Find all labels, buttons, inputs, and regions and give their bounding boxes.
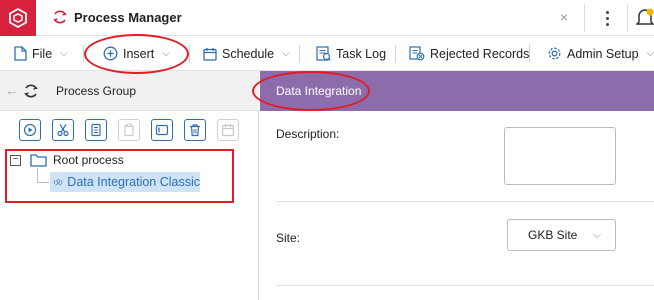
chevron-down-icon: ⌵ <box>60 48 68 59</box>
site-select-value: GKB Site <box>528 228 578 242</box>
divider <box>276 285 654 286</box>
divider <box>395 45 396 63</box>
chevron-down-icon: ⌵ <box>593 229 601 241</box>
panel-title: Process Group <box>56 84 137 98</box>
annotation-insert-highlight <box>84 34 189 74</box>
schedule-button[interactable] <box>217 119 239 141</box>
app-title: Process Manager <box>74 10 182 25</box>
divider <box>627 4 628 32</box>
paste-button[interactable] <box>118 119 140 141</box>
divider <box>584 4 585 32</box>
run-icon <box>23 123 37 137</box>
process-group-icon <box>24 84 38 98</box>
cut-icon <box>57 124 69 137</box>
menu-task-log-label: Task Log <box>336 46 387 61</box>
delete-button[interactable] <box>184 119 206 141</box>
back-arrow-icon[interactable]: ← <box>5 82 19 98</box>
menu-file[interactable]: File ⌵ <box>14 36 68 71</box>
paste-icon <box>124 123 134 137</box>
menu-rejected-records-label: Rejected Records <box>430 46 530 61</box>
chevron-down-icon: ⌵ <box>646 48 654 59</box>
chevron-down-icon: ⌵ <box>282 48 290 59</box>
site-select[interactable]: GKB Site ⌵ <box>507 219 616 251</box>
copy-icon <box>91 123 101 137</box>
more-vertical-icon[interactable] <box>597 6 617 30</box>
app-logo-icon[interactable] <box>0 0 36 36</box>
close-icon[interactable]: × <box>560 9 568 25</box>
divider <box>299 45 300 63</box>
menu-schedule-label: Schedule <box>222 46 275 61</box>
menu-rejected-records[interactable]: Rejected Records <box>409 36 529 71</box>
menu-schedule[interactable]: Schedule ⌵ <box>203 36 290 71</box>
divider <box>276 201 654 202</box>
menu-admin-setup[interactable]: Admin Setup ⌵ <box>547 36 654 71</box>
description-label: Description: <box>276 127 340 141</box>
title-bar: Process Manager × <box>0 0 654 36</box>
annotation-tree-highlight <box>5 149 234 203</box>
copy-button[interactable] <box>85 119 107 141</box>
process-group-header: ← Process Group <box>0 71 259 111</box>
rename-button[interactable] <box>151 119 173 141</box>
divider <box>189 45 190 63</box>
description-field[interactable] <box>504 127 616 185</box>
site-label: Site: <box>276 231 301 245</box>
calendar-icon <box>203 47 217 61</box>
annotation-data-integration-highlight <box>252 71 370 111</box>
bell-icon[interactable] <box>636 8 654 28</box>
delete-icon <box>190 124 200 137</box>
rejected-records-icon <box>409 46 425 61</box>
cut-button[interactable] <box>52 119 74 141</box>
task-log-icon <box>316 46 331 61</box>
divider <box>529 45 530 63</box>
file-icon <box>14 46 27 61</box>
menu-task-log[interactable]: Task Log <box>316 36 386 71</box>
menu-admin-setup-label: Admin Setup <box>567 46 639 61</box>
run-button[interactable] <box>19 119 41 141</box>
process-manager-icon <box>53 10 67 24</box>
schedule-icon <box>221 124 235 137</box>
menu-file-label: File <box>32 46 53 61</box>
gear-icon <box>548 47 561 60</box>
rename-icon <box>155 124 169 136</box>
